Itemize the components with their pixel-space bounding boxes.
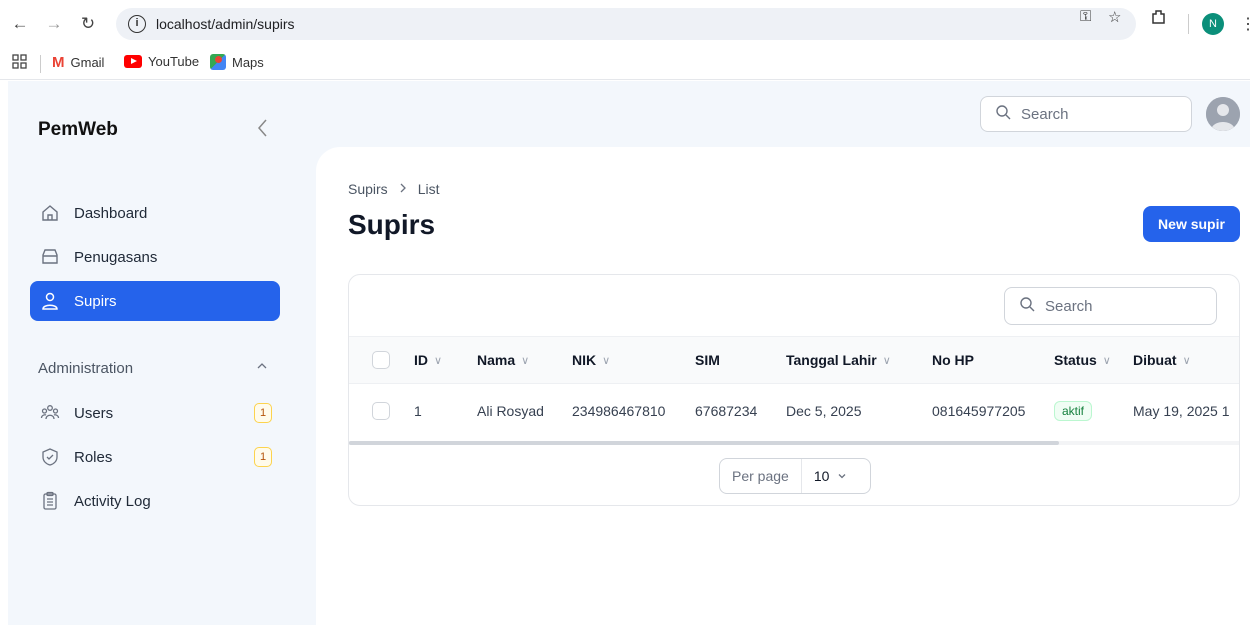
table-header: ID ∨ Nama ∨ NIK ∨ SIM Tanggal Lahir ∨ No HP … bbox=[349, 336, 1239, 384]
bookmark-gmail[interactable]: M Gmail bbox=[52, 54, 104, 71]
page-title: Supirs bbox=[348, 209, 436, 240]
bookmark-star-icon[interactable]: ☆ bbox=[1108, 8, 1121, 26]
chevron-down-icon: ∨ bbox=[1102, 354, 1111, 367]
chevron-right-icon bbox=[398, 181, 408, 198]
search-icon bbox=[995, 104, 1011, 124]
per-page-label: Per page bbox=[720, 459, 802, 493]
search-icon bbox=[1019, 296, 1035, 316]
per-page-value: 10 bbox=[813, 468, 830, 484]
inbox-icon bbox=[40, 247, 60, 267]
back-icon[interactable]: ← bbox=[10, 14, 30, 34]
gmail-icon: M bbox=[52, 54, 65, 71]
sidebar-item-label: Supirs bbox=[74, 292, 117, 310]
per-page-select[interactable]: Per page 10 bbox=[719, 458, 871, 494]
breadcrumb: Supirs List bbox=[348, 181, 439, 198]
bookmark-label: YouTube bbox=[148, 54, 200, 69]
cell-tanggal-lahir: Dec 5, 2025 bbox=[786, 403, 862, 419]
browser-toolbar: ← → ↻ i localhost/admin/supirs ⚿ ☆ N ⋮ bbox=[0, 0, 1250, 48]
reload-icon[interactable]: ↻ bbox=[78, 14, 98, 34]
select-all-checkbox[interactable] bbox=[372, 337, 390, 383]
column-header-nama[interactable]: Nama ∨ bbox=[477, 337, 529, 383]
chevron-down-icon: ∨ bbox=[434, 354, 443, 367]
sidebar-item-users[interactable]: Users 1 bbox=[30, 393, 280, 433]
sidebar-item-label: Penugasans bbox=[74, 248, 158, 266]
sidebar-item-label: Activity Log bbox=[74, 492, 151, 510]
chevron-down-icon: ∨ bbox=[521, 354, 530, 367]
password-key-icon[interactable]: ⚿ bbox=[1080, 8, 1091, 25]
column-header-id[interactable]: ID ∨ bbox=[414, 337, 442, 383]
cell-no-hp: 081645977205 bbox=[932, 403, 1026, 419]
profile-avatar[interactable]: N bbox=[1202, 13, 1224, 35]
home-icon bbox=[40, 203, 60, 223]
scrollbar-thumb[interactable] bbox=[349, 441, 1059, 445]
sidebar-item-activity-log[interactable]: Activity Log bbox=[30, 481, 280, 521]
user-avatar[interactable] bbox=[1206, 97, 1240, 131]
toolbar-divider bbox=[1188, 14, 1189, 34]
maps-icon bbox=[210, 54, 226, 70]
breadcrumb-item[interactable]: Supirs bbox=[348, 181, 388, 198]
column-header-nik[interactable]: NIK ∨ bbox=[572, 337, 610, 383]
cell-status: aktif bbox=[1054, 385, 1093, 437]
column-header-sim: SIM bbox=[695, 352, 720, 368]
table-row[interactable]: 1 Ali Rosyad 234986467810 67687234 Dec 5… bbox=[349, 385, 1239, 437]
search-placeholder: Search bbox=[1021, 105, 1069, 123]
bookmarks-bar: M Gmail YouTube Maps bbox=[0, 48, 1250, 80]
sidebar-item-dashboard[interactable]: Dashboard bbox=[30, 193, 280, 233]
address-bar[interactable]: i localhost/admin/supirs bbox=[116, 8, 1136, 40]
bookmark-label: Maps bbox=[232, 54, 264, 70]
address-url: localhost/admin/supirs bbox=[156, 16, 295, 32]
new-supir-button[interactable]: New supir bbox=[1143, 206, 1240, 242]
global-search-input[interactable]: Search bbox=[980, 96, 1192, 132]
users-icon bbox=[40, 403, 60, 423]
column-header-tanggal-lahir[interactable]: Tanggal Lahir ∨ bbox=[786, 337, 891, 383]
horizontal-scrollbar[interactable] bbox=[349, 441, 1239, 445]
extensions-icon[interactable] bbox=[1150, 8, 1168, 30]
clipboard-icon bbox=[40, 491, 60, 511]
row-checkbox[interactable] bbox=[372, 385, 390, 437]
youtube-icon bbox=[124, 55, 142, 68]
cell-sim: 67687234 bbox=[695, 403, 758, 419]
sidebar-collapse-icon[interactable] bbox=[256, 117, 270, 145]
bookmark-maps[interactable]: Maps bbox=[210, 54, 264, 70]
cell-id: 1 bbox=[414, 403, 422, 419]
forward-icon[interactable]: → bbox=[44, 14, 64, 34]
chevron-down-icon: ∨ bbox=[1182, 354, 1191, 367]
sidebar-item-roles[interactable]: Roles 1 bbox=[30, 437, 280, 477]
cell-nama: Ali Rosyad bbox=[477, 403, 544, 419]
user-icon bbox=[40, 291, 60, 311]
table-card: Search ID ∨ Nama ∨ NIK ∨ SIM Tanggal Lahir ∨… bbox=[348, 274, 1240, 506]
status-badge: aktif bbox=[1054, 401, 1093, 421]
main-content: Supirs List Supirs New supir Search ID ∨ … bbox=[316, 147, 1250, 625]
count-badge: 1 bbox=[254, 447, 272, 467]
browser-menu-icon[interactable]: ⋮ bbox=[1240, 14, 1250, 34]
cell-nik: 234986467810 bbox=[572, 403, 666, 419]
chevron-down-icon: ∨ bbox=[602, 354, 611, 367]
chevron-down-icon bbox=[837, 468, 847, 484]
breadcrumb-item: List bbox=[417, 181, 440, 197]
shield-check-icon bbox=[40, 447, 60, 467]
count-badge: 1 bbox=[254, 403, 272, 423]
apps-grid-icon[interactable] bbox=[12, 54, 28, 70]
column-header-status[interactable]: Status ∨ bbox=[1054, 337, 1111, 383]
admin-app: PemWeb Dashboard Penugasans Supirs Admin… bbox=[8, 81, 1250, 625]
sidebar-item-supirs[interactable]: Supirs bbox=[30, 281, 280, 321]
sidebar-item-label: Roles bbox=[74, 448, 113, 466]
search-placeholder: Search bbox=[1045, 297, 1093, 315]
cell-dibuat: May 19, 2025 1 bbox=[1133, 403, 1230, 419]
site-info-icon[interactable]: i bbox=[128, 15, 146, 33]
sidebar-group-administration[interactable]: Administration bbox=[38, 360, 133, 377]
sidebar-item-label: Dashboard bbox=[74, 204, 148, 222]
chevron-down-icon: ∨ bbox=[882, 354, 891, 367]
chevron-up-icon[interactable] bbox=[256, 360, 268, 375]
column-header-dibuat[interactable]: Dibuat ∨ bbox=[1133, 337, 1191, 383]
table-search-input[interactable]: Search bbox=[1004, 287, 1217, 325]
bookmark-youtube[interactable]: YouTube bbox=[124, 54, 199, 69]
brand-logo[interactable]: PemWeb bbox=[38, 119, 118, 141]
column-header-no-hp: No HP bbox=[932, 352, 974, 368]
bookmark-label: Gmail bbox=[70, 55, 105, 70]
sidebar-item-penugasans[interactable]: Penugasans bbox=[30, 237, 280, 277]
bookmarks-divider bbox=[40, 55, 41, 73]
sidebar-item-label: Users bbox=[74, 404, 114, 422]
